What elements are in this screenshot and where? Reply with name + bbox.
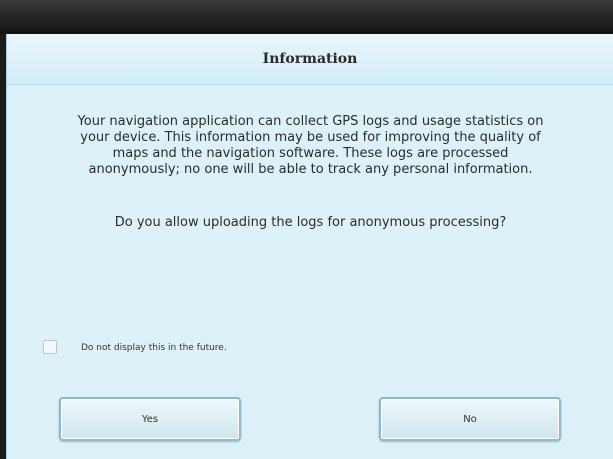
dialog-title-bar: Information	[7, 34, 613, 85]
dialog-message: Your navigation application can collect …	[27, 114, 594, 178]
message-line: anonymously; no one will be able to trac…	[88, 162, 533, 177]
yes-button-label: Yes	[141, 413, 159, 425]
top-bar	[0, 0, 613, 34]
no-button[interactable]: No	[379, 397, 561, 441]
information-dialog: Information Your navigation application …	[6, 34, 613, 459]
message-line: Your navigation application can collect …	[77, 114, 544, 129]
yes-button[interactable]: Yes	[59, 397, 241, 441]
message-line: maps and the navigation software. These …	[112, 146, 509, 161]
dialog-title: Information	[262, 51, 358, 67]
do-not-display-checkbox[interactable]	[43, 340, 57, 354]
message-line: your device. This information may be use…	[80, 130, 541, 145]
dialog-question: Do you allow uploading the logs for anon…	[114, 215, 507, 230]
no-button-label: No	[463, 413, 477, 425]
do-not-display-label[interactable]: Do not display this in the future.	[81, 343, 227, 353]
